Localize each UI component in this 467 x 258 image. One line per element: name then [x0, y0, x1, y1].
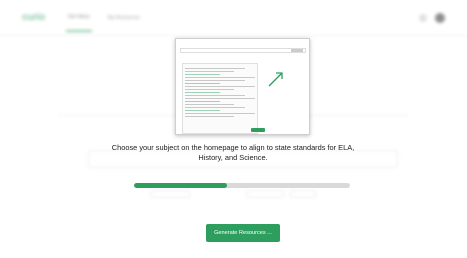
top-right-controls [419, 12, 445, 23]
screenshot-document [182, 63, 258, 134]
background-chip[interactable] [246, 190, 284, 198]
pointer-arrow-icon [268, 72, 283, 87]
nav-tab-my-resources[interactable]: My Resources [106, 5, 142, 31]
avatar[interactable] [435, 12, 445, 23]
background-chip[interactable] [290, 190, 316, 198]
tutorial-caption: Choose your subject on the homepage to a… [111, 143, 355, 163]
tutorial-progress-fill [134, 183, 227, 188]
generate-resources-button[interactable]: Generate Resources ... [206, 224, 280, 242]
help-icon[interactable] [419, 13, 427, 22]
screenshot-green-button [251, 128, 265, 132]
app-logo: curio [22, 12, 45, 23]
nav-tab-get-ideas[interactable]: Get Ideas [66, 4, 92, 32]
tutorial-screenshot [175, 38, 310, 135]
screenshot-input [180, 48, 306, 53]
background-chip[interactable] [150, 190, 190, 198]
top-nav-bar: curio Get Ideas My Resources [0, 0, 467, 36]
screenshot-button [291, 49, 303, 52]
tutorial-progress-bar [134, 183, 350, 188]
